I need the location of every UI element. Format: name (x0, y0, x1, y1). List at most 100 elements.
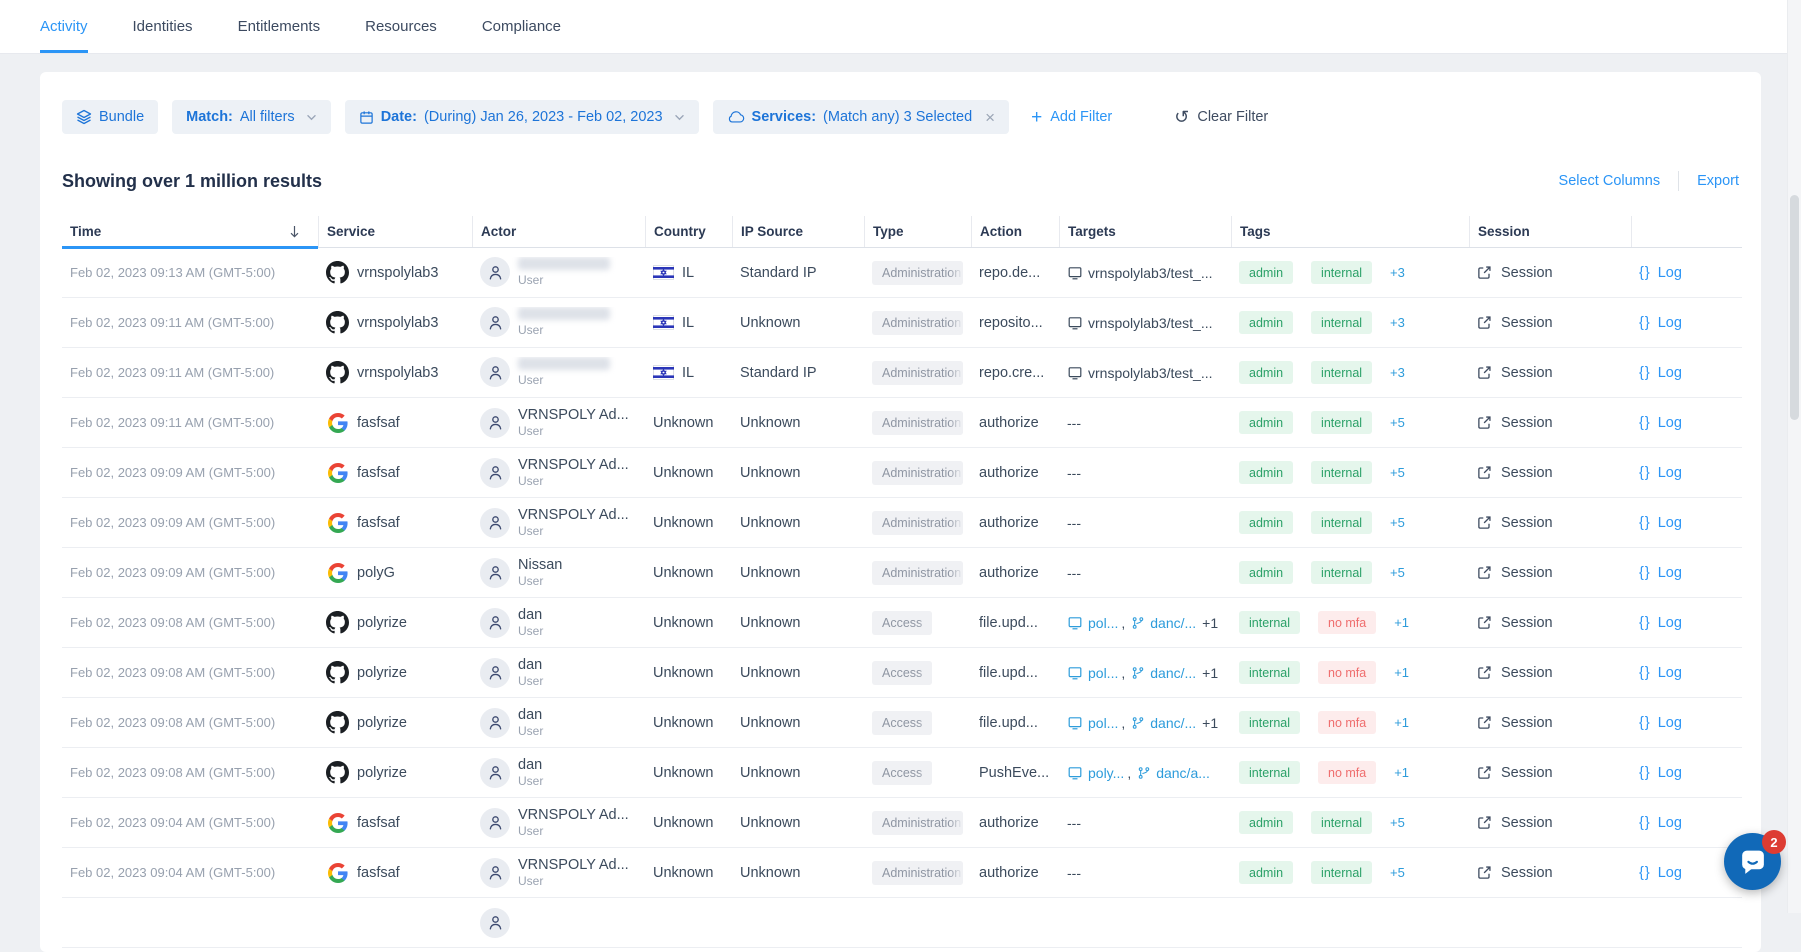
log-link[interactable]: {} Log (1631, 765, 1744, 781)
log-link[interactable]: {} Log (1631, 515, 1744, 531)
table-row[interactable]: Feb 02, 2023 09:08 AM (GMT-5:00) polyriz… (62, 598, 1742, 648)
avatar (480, 608, 510, 638)
cell-action: file.upd... (971, 715, 1059, 731)
bundle-button[interactable]: Bundle (62, 100, 158, 134)
log-link[interactable]: {} Log (1631, 565, 1744, 581)
target-link[interactable]: danc/a... (1137, 765, 1210, 781)
tags-more[interactable]: +5 (1390, 815, 1405, 830)
table-row[interactable]: Feb 02, 2023 09:11 AM (GMT-5:00) fasfsaf… (62, 398, 1742, 448)
tab-resources[interactable]: Resources (365, 0, 437, 53)
tags-more[interactable]: +5 (1390, 465, 1405, 480)
tab-activity[interactable]: Activity (40, 0, 88, 53)
chevron-down-icon (674, 114, 685, 121)
cell-tags: admininternal+5 (1231, 561, 1469, 584)
session-link[interactable]: Session (1469, 265, 1631, 281)
session-link[interactable]: Session (1469, 615, 1631, 631)
session-link[interactable]: Session (1469, 465, 1631, 481)
table-row[interactable]: Feb 02, 2023 09:09 AM (GMT-5:00) polyG N… (62, 548, 1742, 598)
table-row[interactable]: Feb 02, 2023 09:04 AM (GMT-5:00) fasfsaf… (62, 798, 1742, 848)
column-header-service[interactable]: Service (318, 216, 472, 247)
log-link[interactable]: {} Log (1631, 365, 1744, 381)
scrollbar-thumb[interactable] (1790, 195, 1799, 420)
session-link[interactable]: Session (1469, 515, 1631, 531)
table-row[interactable]: Feb 02, 2023 09:11 AM (GMT-5:00) vrnspol… (62, 298, 1742, 348)
session-link[interactable]: Session (1469, 665, 1631, 681)
actor-type: User (518, 524, 629, 538)
log-link[interactable]: {} Log (1631, 415, 1744, 431)
israel-flag-icon (653, 265, 674, 280)
services-filter[interactable]: Services: (Match any) 3 Selected × (713, 100, 1010, 134)
tags-more[interactable]: +3 (1390, 315, 1405, 330)
log-link[interactable]: {} Log (1631, 715, 1744, 731)
tags-more[interactable]: +3 (1390, 365, 1405, 380)
column-header-actor[interactable]: Actor (472, 216, 645, 247)
tags-more[interactable]: +5 (1390, 565, 1405, 580)
table-row[interactable]: Feb 02, 2023 09:09 AM (GMT-5:00) fasfsaf… (62, 498, 1742, 548)
session-link[interactable]: Session (1469, 765, 1631, 781)
target-link[interactable]: danc/... (1131, 665, 1196, 681)
log-link[interactable]: {} Log (1631, 465, 1744, 481)
table-row[interactable]: Feb 02, 2023 09:11 AM (GMT-5:00) vrnspol… (62, 348, 1742, 398)
tags-more[interactable]: +1 (1394, 715, 1409, 730)
table-row[interactable]: Feb 02, 2023 09:08 AM (GMT-5:00) polyriz… (62, 648, 1742, 698)
tags-more[interactable]: +1 (1394, 665, 1409, 680)
column-header-time[interactable]: Time (62, 216, 318, 247)
export-button[interactable]: Export (1697, 173, 1739, 189)
cell-action: reposito... (971, 315, 1059, 331)
tab-identities[interactable]: Identities (133, 0, 193, 53)
column-header-targets[interactable]: Targets (1059, 216, 1231, 247)
tags-more[interactable]: +5 (1390, 865, 1405, 880)
log-link[interactable]: {} Log (1631, 815, 1744, 831)
table-row[interactable]: Feb 02, 2023 09:08 AM (GMT-5:00) polyriz… (62, 748, 1742, 798)
remove-services-filter-icon[interactable]: × (985, 109, 995, 126)
session-link[interactable]: Session (1469, 715, 1631, 731)
external-link-icon (1477, 865, 1492, 880)
target-link[interactable]: poly... (1067, 765, 1124, 781)
column-header-session[interactable]: Session (1469, 216, 1631, 247)
tag-internal: internal (1311, 511, 1372, 534)
target-link[interactable]: pol... (1067, 715, 1118, 731)
column-header-ip-source[interactable]: IP Source (732, 216, 864, 247)
date-filter-value: (During) Jan 26, 2023 - Feb 02, 2023 (424, 109, 663, 125)
log-link[interactable]: {} Log (1631, 265, 1744, 281)
table-row[interactable]: Feb 02, 2023 09:13 AM (GMT-5:00) vrnspol… (62, 248, 1742, 298)
clear-filter-button[interactable]: ↺ Clear Filter (1174, 108, 1268, 126)
match-filter[interactable]: Match: All filters (172, 100, 331, 134)
session-link[interactable]: Session (1469, 365, 1631, 381)
log-link[interactable]: {} Log (1631, 615, 1744, 631)
tags-more[interactable]: +1 (1394, 615, 1409, 630)
column-header-country[interactable]: Country (645, 216, 732, 247)
tags-more[interactable]: +3 (1390, 265, 1405, 280)
tags-more[interactable]: +1 (1394, 765, 1409, 780)
session-link[interactable]: Session (1469, 415, 1631, 431)
table-row[interactable]: Feb 02, 2023 09:04 AM (GMT-5:00) fasfsaf… (62, 848, 1742, 898)
tag-admin: admin (1239, 411, 1293, 434)
session-link[interactable]: Session (1469, 815, 1631, 831)
target-link[interactable]: danc/... (1131, 615, 1196, 631)
service-icon (326, 463, 349, 483)
log-link[interactable]: {} Log (1631, 315, 1744, 331)
session-link[interactable]: Session (1469, 315, 1631, 331)
target-link[interactable]: pol... (1067, 615, 1118, 631)
tags-more[interactable]: +5 (1390, 515, 1405, 530)
table-row[interactable] (62, 898, 1742, 948)
add-filter-button[interactable]: + Add Filter (1031, 108, 1112, 127)
target-link[interactable]: danc/... (1131, 715, 1196, 731)
log-link[interactable]: {} Log (1631, 665, 1744, 681)
tab-compliance[interactable]: Compliance (482, 0, 561, 53)
table-row[interactable]: Feb 02, 2023 09:09 AM (GMT-5:00) fasfsaf… (62, 448, 1742, 498)
select-columns-button[interactable]: Select Columns (1559, 173, 1661, 189)
braces-icon: {} (1639, 465, 1651, 481)
session-link[interactable]: Session (1469, 565, 1631, 581)
column-header-action[interactable]: Action (971, 216, 1059, 247)
date-filter[interactable]: Date: (During) Jan 26, 2023 - Feb 02, 20… (345, 100, 699, 134)
table-row[interactable]: Feb 02, 2023 09:08 AM (GMT-5:00) polyriz… (62, 698, 1742, 748)
chat-widget-button[interactable]: 2 (1724, 833, 1781, 890)
tab-entitlements[interactable]: Entitlements (238, 0, 321, 53)
column-header-type[interactable]: Type (864, 216, 971, 247)
target-link[interactable]: pol... (1067, 665, 1118, 681)
session-link[interactable]: Session (1469, 865, 1631, 881)
type-badge: Administration (872, 311, 963, 335)
tags-more[interactable]: +5 (1390, 415, 1405, 430)
column-header-tags[interactable]: Tags (1231, 216, 1469, 247)
